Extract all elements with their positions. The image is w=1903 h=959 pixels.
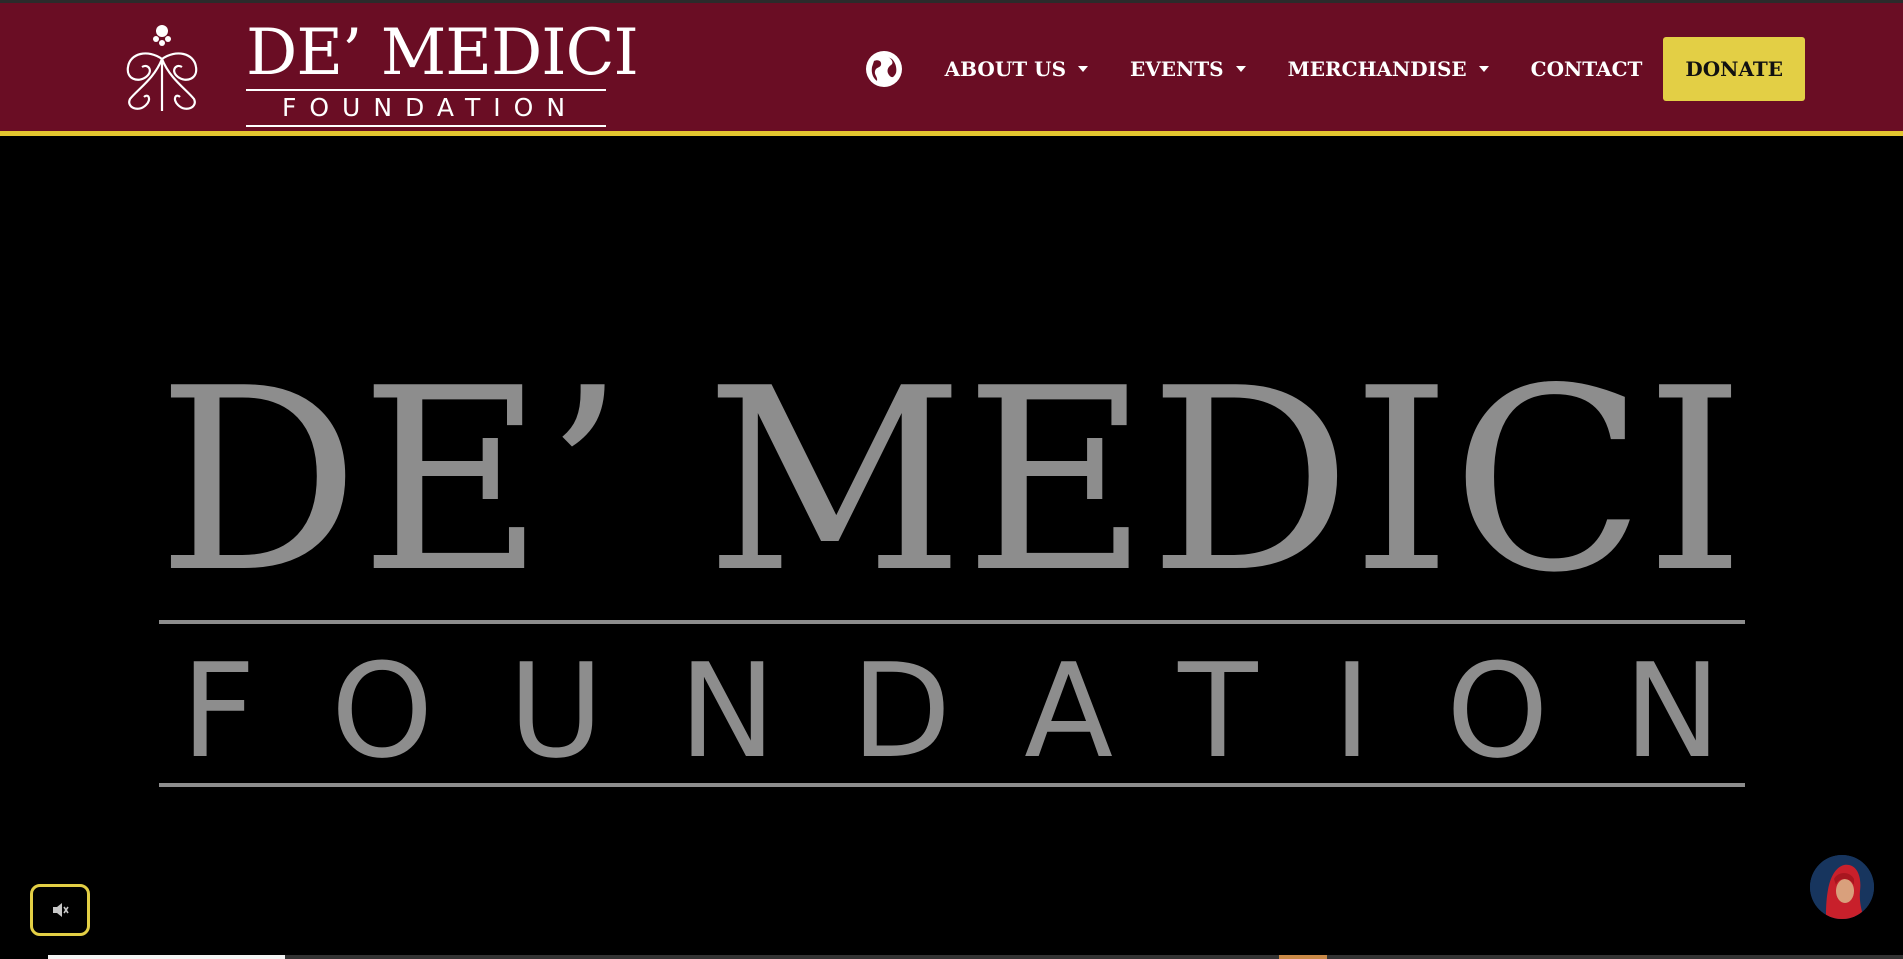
site-logo[interactable]: DE’ MEDICI FOUNDATION	[118, 11, 639, 127]
video-progress-fill	[48, 955, 286, 959]
hero-title: DE’ MEDICI	[157, 335, 1745, 628]
logo-wordmark: DE’ MEDICI FOUNDATION	[246, 13, 639, 127]
logo-title: DE’ MEDICI	[246, 16, 639, 90]
main-nav: ABOUT US EVENTS MERCHANDISE CONTACT DONA…	[864, 36, 1805, 102]
chevron-down-icon	[1078, 66, 1089, 72]
logo-subtitle: FOUNDATION	[246, 89, 606, 127]
chat-avatar-button[interactable]	[1810, 855, 1874, 919]
donate-button[interactable]: DONATE	[1663, 37, 1805, 101]
video-progress-bar[interactable]	[48, 955, 1903, 959]
hero-video[interactable]: DE’ MEDICI FOUNDATION	[0, 136, 1903, 956]
chevron-down-icon	[1235, 66, 1246, 72]
crest-icon	[126, 25, 198, 111]
hero-logo: DE’ MEDICI FOUNDATION	[157, 335, 1745, 787]
hero-subtitle: FOUNDATION	[181, 635, 1721, 787]
nav-item-about-us[interactable]: ABOUT US	[924, 57, 1109, 81]
chat-avatar-icon	[1810, 855, 1874, 919]
nav-item-events[interactable]: EVENTS	[1109, 57, 1267, 81]
nav-item-merchandise[interactable]: MERCHANDISE	[1267, 57, 1510, 81]
video-progress-marker	[1279, 955, 1327, 959]
chevron-down-icon	[1478, 66, 1489, 72]
nav-item-label: ABOUT US	[944, 57, 1067, 81]
speaker-muted-icon	[53, 903, 69, 917]
globe-icon[interactable]	[864, 49, 904, 89]
site-header: DE’ MEDICI FOUNDATION ABOUT US EVENTS ME…	[0, 3, 1903, 136]
nav-item-label: EVENTS	[1130, 57, 1224, 81]
nav-item-contact[interactable]: CONTACT	[1510, 57, 1664, 81]
nav-item-label: MERCHANDISE	[1287, 57, 1467, 81]
nav-item-label: CONTACT	[1530, 57, 1643, 81]
mute-button[interactable]	[30, 884, 90, 936]
